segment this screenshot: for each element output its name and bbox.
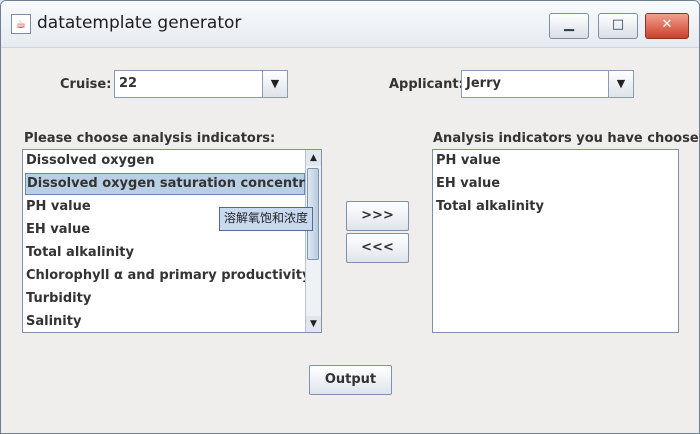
minimize-button[interactable]: ▁ — [549, 13, 589, 39]
available-indicators-list[interactable]: Dissolved oxygen Dissolved oxygen satura… — [22, 149, 322, 333]
chosen-indicators-label: Analysis indicators you have choosen: — [433, 131, 700, 146]
chevron-down-icon[interactable]: ▼ — [608, 71, 633, 97]
available-indicators-label: Please choose analysis indicators: — [24, 131, 276, 146]
tooltip: 溶解氧饱和浓度 — [219, 207, 314, 231]
list-item[interactable]: Total alkalinity — [435, 196, 544, 218]
list-item[interactable]: Salinity — [25, 311, 81, 332]
window-title: datatemplate generator — [37, 13, 242, 33]
list-item[interactable]: PH value — [435, 150, 501, 172]
output-button[interactable]: Output — [309, 365, 392, 395]
app-window: ☕ datatemplate generator ▁ □ ✕ Cruise: 2… — [0, 0, 700, 434]
list-item-selected[interactable]: Dissolved oxygen saturation concentratio… — [25, 173, 321, 195]
chosen-indicators-list[interactable]: PH value EH value Total alkalinity — [432, 149, 679, 333]
list-item[interactable]: Turbidity — [25, 288, 91, 310]
list-item[interactable]: EH value — [435, 173, 500, 195]
vertical-scrollbar[interactable]: ▲ ▼ — [305, 150, 321, 332]
list-item[interactable]: Dissolved oxygen — [25, 150, 154, 172]
close-button[interactable]: ✕ — [645, 13, 689, 39]
java-icon: ☕ — [11, 14, 31, 34]
chevron-down-icon[interactable]: ▼ — [262, 71, 287, 97]
applicant-combobox[interactable]: Jerry ▼ — [461, 70, 634, 98]
list-item[interactable]: PH value — [25, 196, 91, 218]
list-item[interactable]: Chlorophyll α and primary productivity — [25, 265, 310, 287]
remove-indicator-button[interactable]: <<< — [346, 233, 409, 263]
scroll-up-icon[interactable]: ▲ — [306, 150, 321, 166]
list-item[interactable]: EH value — [25, 219, 90, 241]
applicant-label: Applicant: — [389, 77, 464, 92]
applicant-value: Jerry — [466, 76, 501, 91]
cruise-combobox[interactable]: 22 ▼ — [114, 70, 288, 98]
cruise-value: 22 — [119, 76, 138, 91]
list-item[interactable]: Total alkalinity — [25, 242, 134, 264]
cruise-label: Cruise: — [60, 77, 112, 92]
add-indicator-button[interactable]: >>> — [346, 201, 409, 231]
title-bar: ☕ datatemplate generator ▁ □ ✕ — [1, 1, 699, 48]
scroll-down-icon[interactable]: ▼ — [306, 316, 321, 332]
maximize-button[interactable]: □ — [598, 13, 638, 39]
